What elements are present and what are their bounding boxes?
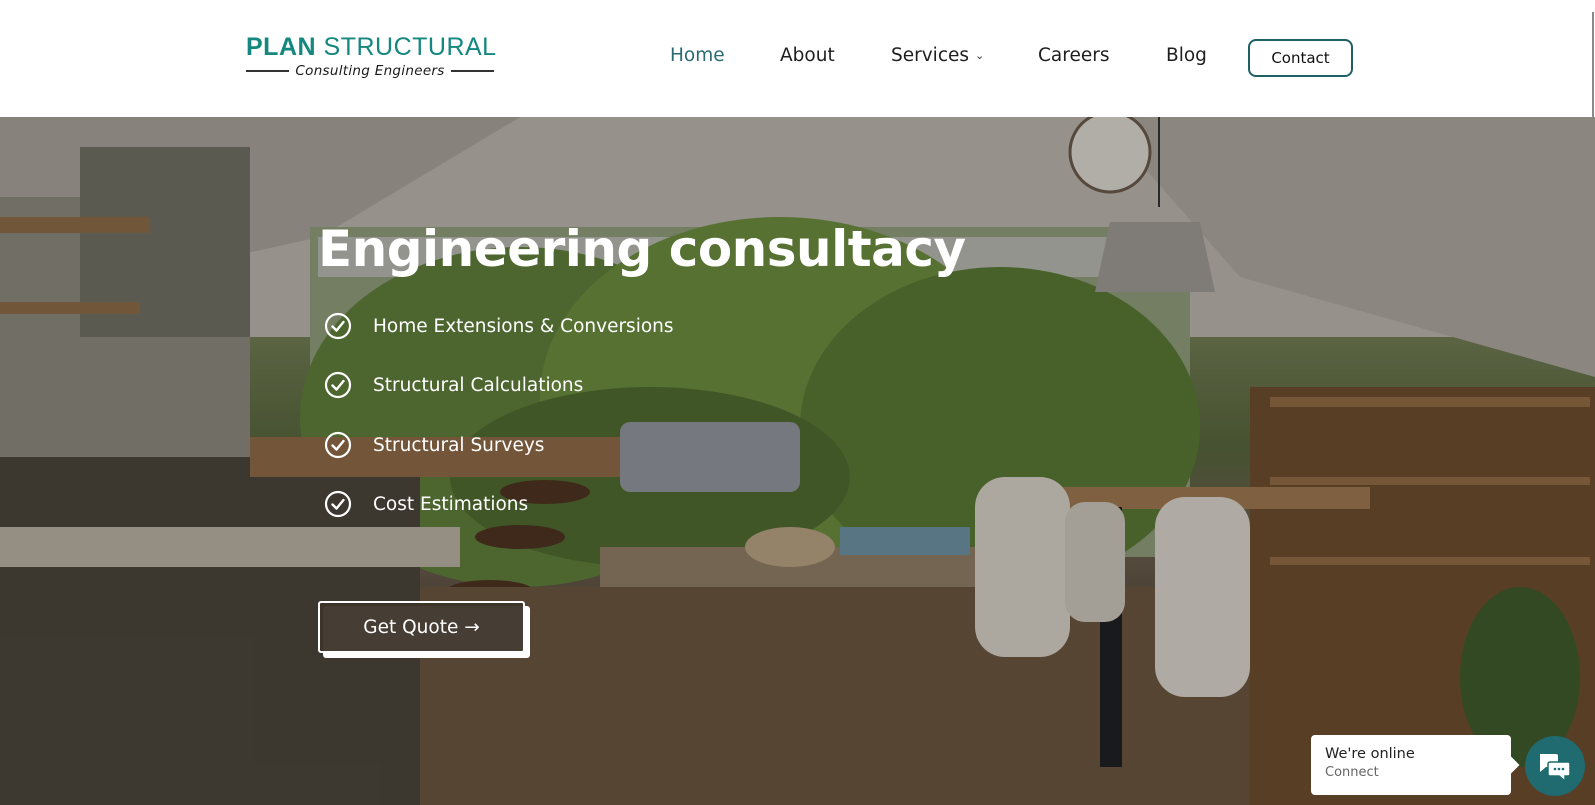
hero-title: Engineering consultacy [318,220,966,278]
scrollbar-thumb[interactable] [1592,12,1594,117]
scrollbar[interactable] [1590,0,1595,805]
get-quote-button[interactable]: Get Quote → [318,601,525,653]
chevron-down-icon: ⌄ [975,49,985,62]
nav-careers[interactable]: Careers [1038,45,1109,66]
nav-about[interactable]: About [780,45,835,66]
feature-item: Structural Calculations [324,370,583,400]
nav-home[interactable]: Home [670,45,725,66]
nav-blog[interactable]: Blog [1166,45,1207,66]
check-circle-icon [324,431,352,459]
feature-label: Structural Calculations [373,374,584,396]
chat-connect-link[interactable]: Connect [1325,765,1497,780]
hero-content: Engineering consultacy Home Extensions &… [318,217,1018,518]
contact-button[interactable]: Contact [1248,39,1353,77]
chat-bubbles-icon [1540,754,1571,781]
check-circle-icon [324,371,352,399]
chat-launcher-button[interactable] [1525,736,1585,796]
feature-label: Cost Estimations [373,493,529,515]
check-circle-icon [324,490,352,518]
chat-prompt[interactable]: We're online Connect [1311,735,1511,795]
hero-section: Engineering consultacy Home Extensions &… [0,117,1595,805]
feature-item: Structural Surveys [324,430,544,460]
nav-services[interactable]: Services ⌄ [891,45,984,66]
check-circle-icon [324,312,352,340]
nav-services-label: Services [891,45,970,66]
feature-item: Home Extensions & Conversions [324,311,674,341]
main-nav: Home About Services ⌄ Careers Blog Contac… [0,39,1595,77]
feature-label: Structural Surveys [373,434,545,456]
feature-label: Home Extensions & Conversions [373,315,674,337]
chat-status: We're online [1325,746,1415,762]
feature-item: Cost Estimations [324,489,528,519]
site-header: PLAN STRUCTURAL Consulting Engineers Hom… [0,0,1595,117]
get-quote-wrapper: Get Quote → [318,601,530,659]
